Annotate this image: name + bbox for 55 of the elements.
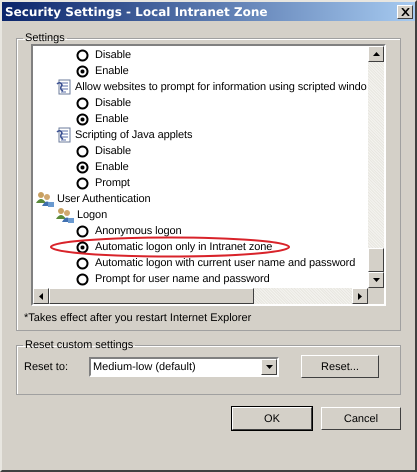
category-label: Logon (77, 209, 108, 221)
radio-button[interactable] (76, 64, 89, 78)
down-arrow-icon (372, 278, 380, 282)
script-icon (56, 127, 72, 143)
radio-button[interactable] (76, 112, 89, 126)
reset-button[interactable]: Reset... (301, 355, 379, 378)
scroll-left-button[interactable] (33, 288, 49, 304)
users-icon (56, 207, 74, 223)
scrollbar-corner (368, 288, 384, 304)
radio-option[interactable]: Enable (76, 160, 129, 174)
up-arrow-icon (372, 52, 380, 56)
close-icon (400, 8, 410, 16)
radio-option[interactable]: Automatic logon with current user name and password (76, 256, 356, 270)
script-icon (56, 79, 72, 95)
right-arrow-icon (358, 292, 362, 300)
radio-button[interactable] (76, 48, 89, 62)
close-button[interactable] (397, 4, 413, 18)
cancel-button[interactable]: Cancel (321, 407, 401, 430)
scroll-up-button[interactable] (368, 46, 384, 62)
group-title: Reset custom settings (24, 339, 134, 351)
restart-note: *Takes effect after you restart Internet Explorer (24, 312, 252, 324)
radio-option[interactable]: Prompt for user name and password (76, 272, 270, 286)
radio-button[interactable] (76, 240, 89, 254)
radio-option[interactable]: Enable (76, 64, 129, 78)
reset-to-label: Reset to: (24, 360, 70, 372)
down-arrow-icon (266, 364, 272, 368)
window-title: Security Settings - Local Intranet Zone (5, 4, 268, 18)
users-icon (36, 191, 54, 207)
category-label: User Authentication (57, 193, 150, 205)
scroll-down-button[interactable] (368, 272, 384, 288)
dropdown-button[interactable] (261, 358, 277, 374)
radio-button[interactable] (76, 272, 89, 286)
scroll-thumb[interactable] (49, 288, 254, 304)
radio-button[interactable] (76, 144, 89, 158)
group-title: Settings (24, 32, 66, 44)
radio-button[interactable] (76, 160, 89, 174)
radio-button[interactable] (76, 176, 89, 190)
vertical-scrollbar[interactable] (368, 46, 384, 288)
setting-label: Scripting of Java applets (75, 129, 192, 141)
ok-button[interactable]: OK (232, 407, 312, 430)
radio-option[interactable]: Disable (76, 144, 131, 158)
scroll-thumb[interactable] (368, 248, 384, 272)
radio-option[interactable]: Enable (76, 112, 129, 126)
scroll-right-button[interactable] (352, 288, 368, 304)
left-arrow-icon (39, 292, 43, 300)
radio-option[interactable]: Prompt (76, 176, 130, 190)
setting-label: Allow websites to prompt for information using scripted windo (75, 81, 367, 93)
radio-option[interactable]: Disable (76, 48, 131, 62)
radio-button[interactable] (76, 96, 89, 110)
radio-button[interactable] (76, 256, 89, 270)
horizontal-scrollbar[interactable] (33, 288, 368, 304)
reset-level-dropdown[interactable]: Medium-low (default) (89, 356, 279, 376)
radio-option[interactable]: Anonymous logon (76, 224, 182, 238)
radio-option[interactable]: Disable (76, 96, 131, 110)
radio-button[interactable] (76, 224, 89, 238)
